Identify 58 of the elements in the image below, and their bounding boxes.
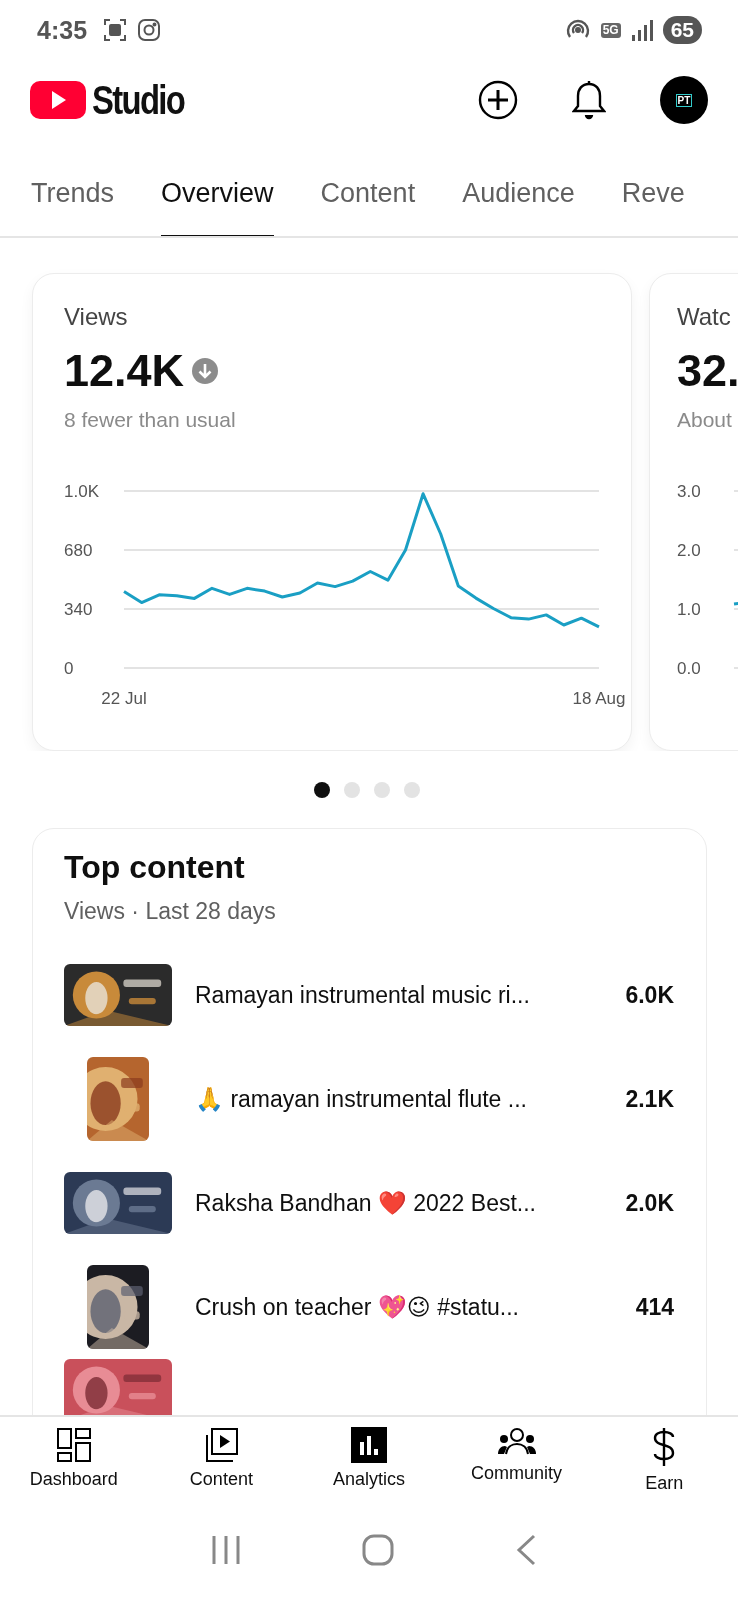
chart-line: [733, 601, 738, 606]
video-title[interactable]: Ramayan instrumental music ri...: [195, 981, 610, 1009]
notifications-icon[interactable]: [572, 80, 606, 120]
video-title[interactable]: Crush on teacher 💖😉 #statu...: [195, 1293, 620, 1321]
nav-item[interactable]: Earn: [594, 1427, 735, 1494]
avatar[interactable]: PT: [660, 76, 708, 124]
nav-item[interactable]: Community: [446, 1427, 587, 1484]
metric-value: 12.4K: [64, 344, 185, 398]
video-title[interactable]: Raksha Bandhan ❤ 2022 Best...: [195, 1189, 610, 1217]
network-type: 5G: [600, 22, 621, 38]
nav-item[interactable]: Analytics: [299, 1427, 439, 1490]
metric-comparison: About: [677, 408, 733, 432]
section-subtitle: Views · Last 28 days: [64, 897, 277, 925]
tab[interactable]: Audience: [462, 178, 575, 236]
metric-title: Views: [64, 302, 129, 332]
recent-apps-icon[interactable]: [210, 1534, 241, 1566]
axis-label: 0.0: [677, 659, 701, 678]
axis-label: 1.0K: [64, 482, 99, 501]
create-icon[interactable]: [478, 80, 518, 120]
screenshot-icon: [103, 18, 128, 42]
view-count: 2.0K: [625, 1189, 674, 1217]
nav-item[interactable]: Dashboard: [3, 1427, 144, 1490]
page-dot[interactable]: [344, 782, 360, 798]
camera-icon: [137, 18, 162, 42]
page-dot[interactable]: [404, 782, 420, 798]
back-icon[interactable]: [515, 1534, 538, 1566]
tab[interactable]: Reve: [621, 178, 685, 236]
nav-item[interactable]: Content: [151, 1427, 292, 1490]
page-dot[interactable]: [314, 782, 330, 798]
logo-icon: [30, 81, 86, 119]
axis-label: 0: [64, 659, 74, 678]
tab[interactable]: Content: [320, 178, 416, 236]
axis-label: 22 Jul: [101, 689, 147, 708]
view-count: 2.1K: [625, 1085, 674, 1113]
metric-card[interactable]: Watc 32. About 3.0 2.0 1.0 0.0: [649, 273, 738, 751]
axis-label: 3.0: [677, 482, 701, 501]
avatar-initials: PT: [675, 93, 693, 107]
view-count: 414: [635, 1293, 674, 1321]
metric-comparison: 8 fewer than usual: [64, 408, 237, 432]
view-count: 6.0K: [625, 981, 674, 1009]
axis-label: 340: [64, 600, 93, 619]
axis-label: 1.0: [677, 600, 701, 619]
axis-label: 680: [64, 541, 93, 560]
metric-value: 32.: [677, 344, 738, 398]
tab[interactable]: Overview: [161, 178, 274, 236]
axis-label: 18 Aug: [572, 689, 626, 708]
tab[interactable]: Trends: [31, 178, 115, 236]
metric-title: Watc: [677, 302, 732, 332]
home-icon[interactable]: [362, 1534, 394, 1566]
page-dot[interactable]: [374, 782, 390, 798]
signal-icon: [630, 19, 653, 41]
metric-card[interactable]: Views 12.4K 8 fewer than usual 0 340 680 1.0K 22 Jul 18 Aug: [32, 273, 632, 751]
battery-level: 65: [662, 16, 702, 44]
video-title[interactable]: 🙏 ramayan instrumental flute ...: [195, 1085, 610, 1113]
status-time: 4:35: [37, 15, 88, 45]
section-title: Top content: [64, 848, 246, 887]
app-title: Studio: [92, 77, 185, 123]
axis-label: 2.0: [677, 541, 701, 560]
